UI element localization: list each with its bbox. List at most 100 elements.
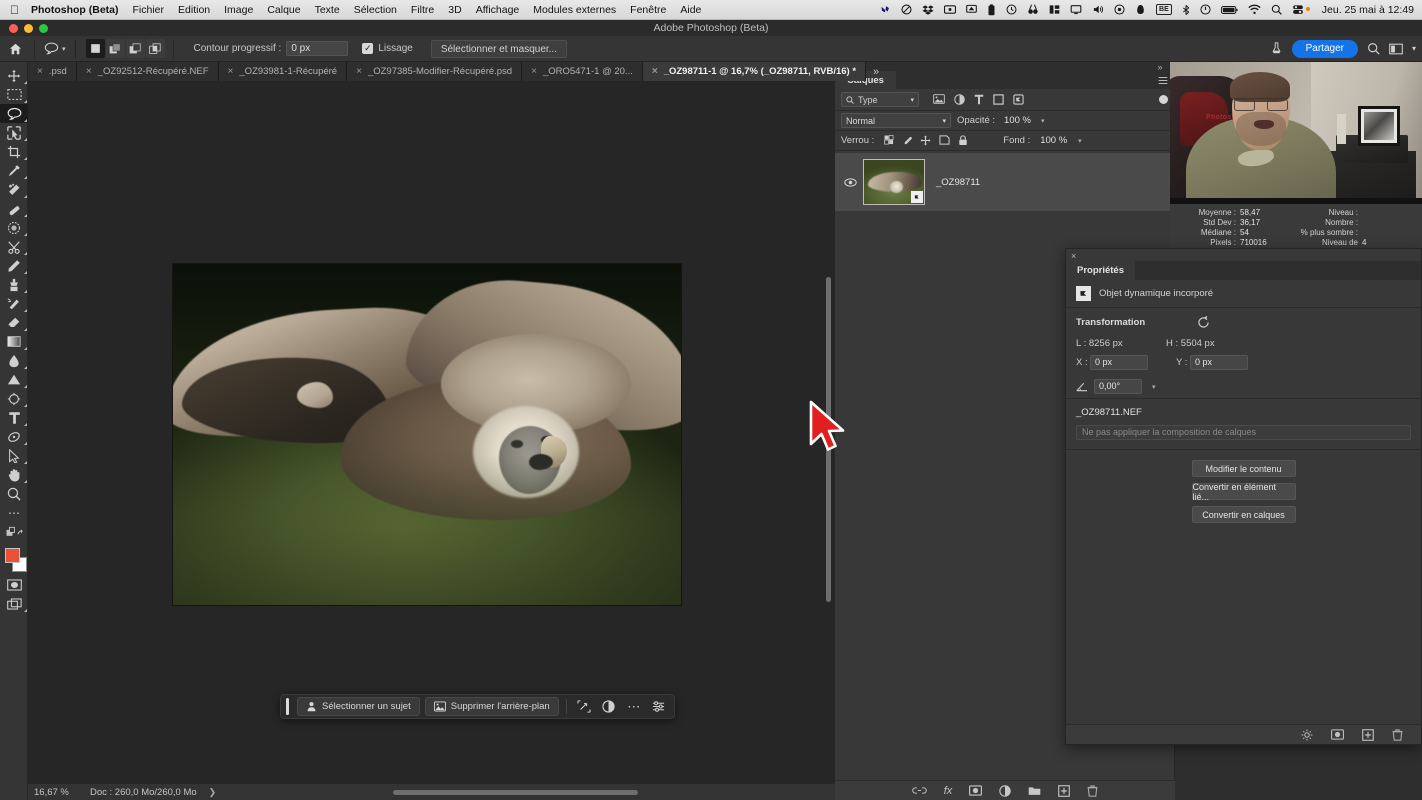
add-mask-icon[interactable] bbox=[969, 785, 983, 796]
menu-item-calque[interactable]: Calque bbox=[267, 4, 300, 16]
document-tab[interactable]: × _OZ92512-Récupéré.NEF bbox=[76, 62, 219, 81]
blur-tool[interactable] bbox=[0, 351, 28, 370]
adjustment-filter-icon[interactable] bbox=[954, 94, 965, 105]
tab-close-icon[interactable]: × bbox=[531, 66, 537, 77]
canvas-horizontal-scrollbar[interactable] bbox=[393, 790, 638, 795]
quickmask-icon[interactable] bbox=[0, 575, 28, 594]
be-badge-icon[interactable]: BE bbox=[1156, 4, 1172, 15]
antialias-checkbox[interactable]: ✓ Lissage bbox=[362, 43, 413, 54]
tab-proprietes[interactable]: Propriétés bbox=[1066, 261, 1135, 280]
feather-input[interactable]: 0 px bbox=[286, 41, 349, 56]
chevron-down-icon[interactable]: ▾ bbox=[1412, 44, 1416, 53]
close-icon[interactable]: × bbox=[1071, 251, 1076, 261]
spot-healing-tool[interactable] bbox=[0, 180, 28, 199]
subtract-selection-icon[interactable] bbox=[125, 39, 145, 58]
pixel-filter-icon[interactable] bbox=[933, 94, 945, 105]
task-bar-grip[interactable] bbox=[286, 698, 289, 715]
pattern-stamp-tool[interactable] bbox=[0, 218, 28, 237]
type-filter-icon[interactable] bbox=[974, 94, 984, 105]
lock-all-icon[interactable] bbox=[958, 135, 968, 146]
tab-close-icon[interactable]: × bbox=[356, 66, 362, 77]
type-tool[interactable] bbox=[0, 408, 28, 427]
smartobject-filter-icon[interactable] bbox=[1013, 94, 1024, 105]
reset-icon[interactable] bbox=[1197, 316, 1210, 328]
chevron-down-icon[interactable]: ▾ bbox=[1078, 137, 1082, 145]
volume-icon[interactable] bbox=[1092, 4, 1104, 15]
new-group-icon[interactable] bbox=[1028, 785, 1041, 796]
layer-comp-select[interactable]: Ne pas appliquer la composition de calqu… bbox=[1076, 425, 1411, 440]
lock-artboard-icon[interactable] bbox=[939, 135, 950, 146]
layer-name[interactable]: _OZ98711 bbox=[936, 177, 980, 188]
edit-contents-button[interactable]: Modifier le contenu bbox=[1191, 460, 1296, 477]
menu-item-edition[interactable]: Edition bbox=[178, 4, 210, 16]
battery-icon[interactable] bbox=[1220, 5, 1238, 15]
clone-stamp-tool[interactable] bbox=[0, 275, 28, 294]
wacom-icon[interactable] bbox=[880, 4, 891, 15]
color-swatches[interactable] bbox=[0, 545, 28, 575]
eraser-tool[interactable] bbox=[0, 313, 28, 332]
convert-to-linked-button[interactable]: Convertir en élément lié... bbox=[1191, 482, 1296, 502]
search-tool-icon[interactable] bbox=[1027, 4, 1039, 15]
tab-overflow-icon[interactable]: » bbox=[866, 62, 886, 81]
layer-thumbnail[interactable] bbox=[863, 159, 925, 205]
tab-close-icon[interactable]: × bbox=[652, 66, 658, 77]
lock-image-icon[interactable] bbox=[902, 135, 913, 146]
pen-tool[interactable] bbox=[0, 389, 28, 408]
bluetooth-icon[interactable] bbox=[1182, 4, 1190, 16]
search-icon[interactable] bbox=[1367, 42, 1380, 55]
document-tab[interactable]: × .psd bbox=[28, 62, 77, 81]
marquee-tool[interactable] bbox=[0, 85, 28, 104]
document-tab-active[interactable]: × _OZ98711-1 @ 16,7% (_OZ98711, RVB/16) … bbox=[642, 62, 867, 81]
lock-position-icon[interactable] bbox=[920, 135, 931, 146]
fill-value[interactable]: 100 % bbox=[1040, 135, 1067, 146]
eye-icon[interactable] bbox=[841, 177, 859, 187]
settings-sliders-icon[interactable] bbox=[649, 698, 669, 716]
y-input[interactable]: 0 px bbox=[1190, 355, 1248, 370]
adjustment-layer-icon[interactable] bbox=[999, 784, 1012, 797]
zoom-level[interactable]: 16,67 % bbox=[28, 787, 90, 798]
menu-item-image[interactable]: Image bbox=[224, 4, 253, 16]
fx-icon[interactable]: fx bbox=[944, 785, 953, 797]
menu-item-selection[interactable]: Sélection bbox=[354, 4, 397, 16]
foreground-color-swatch[interactable] bbox=[5, 548, 20, 563]
share-button[interactable]: Partager bbox=[1291, 39, 1358, 58]
crop-tool[interactable] bbox=[0, 142, 28, 161]
hand-tool[interactable] bbox=[0, 465, 28, 484]
ellipsis-icon[interactable]: ⋯ bbox=[624, 698, 644, 716]
status-expand-icon[interactable]: ❯ bbox=[209, 787, 217, 798]
spotlight-icon[interactable] bbox=[1271, 4, 1282, 15]
document-image[interactable] bbox=[172, 263, 682, 606]
angle-input[interactable]: 0,00° bbox=[1094, 379, 1142, 394]
adjustment-icon[interactable] bbox=[599, 698, 619, 716]
history-brush-tool[interactable] bbox=[0, 294, 28, 313]
power-icon[interactable] bbox=[1200, 4, 1211, 15]
document-tab[interactable]: × _OZ93981-1-Récupéré bbox=[218, 62, 348, 81]
airplay-icon[interactable] bbox=[966, 4, 977, 15]
menu-item-fichier[interactable]: Fichier bbox=[133, 4, 165, 16]
link-layers-icon[interactable] bbox=[911, 786, 927, 795]
filter-toggle-icon[interactable] bbox=[1159, 95, 1168, 104]
blend-mode-select[interactable]: Normal ▾ bbox=[841, 113, 951, 128]
mask-icon[interactable] bbox=[1331, 729, 1344, 740]
wifi-icon[interactable] bbox=[1248, 4, 1261, 15]
new-layer-icon[interactable] bbox=[1058, 784, 1071, 797]
menu-item-fenetre[interactable]: Fenêtre bbox=[630, 4, 666, 16]
layer-filter-type-select[interactable]: Type ▾ bbox=[841, 92, 919, 107]
screen-mode-icon[interactable] bbox=[0, 594, 28, 613]
delete-icon[interactable] bbox=[1392, 728, 1403, 741]
new-selection-icon[interactable] bbox=[85, 39, 105, 58]
clipboard-icon[interactable] bbox=[987, 3, 996, 16]
more-tools-icon[interactable]: ⋯ bbox=[0, 503, 28, 522]
dodge-tool[interactable] bbox=[0, 370, 28, 389]
direct-selection-tool[interactable] bbox=[0, 446, 28, 465]
object-selection-tool[interactable] bbox=[0, 123, 28, 142]
dnd-icon[interactable] bbox=[901, 4, 912, 15]
record-icon[interactable] bbox=[1114, 4, 1125, 15]
menu-item-filtre[interactable]: Filtre bbox=[411, 4, 434, 16]
pencil-tool[interactable] bbox=[0, 256, 28, 275]
chevron-down-icon[interactable]: ▾ bbox=[1152, 383, 1156, 391]
chevron-down-icon[interactable]: ▾ bbox=[1041, 117, 1045, 125]
lasso-tool[interactable] bbox=[0, 104, 28, 123]
layer-row[interactable]: _OZ98711 bbox=[835, 153, 1174, 211]
new-icon[interactable] bbox=[1362, 728, 1374, 741]
